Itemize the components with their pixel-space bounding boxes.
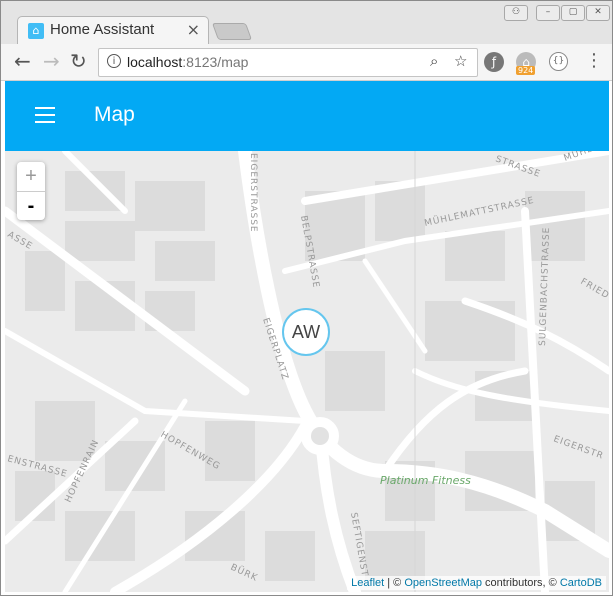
- openstreetmap-link[interactable]: OpenStreetMap: [404, 577, 482, 589]
- url-text[interactable]: localhost:8123/map: [127, 54, 248, 70]
- street-label: EIGERSTRASSE: [248, 153, 258, 233]
- maximize-button[interactable]: ▢: [561, 5, 585, 21]
- url-path: :8123/map: [182, 54, 249, 70]
- new-tab-button[interactable]: [211, 23, 253, 40]
- forward-arrow-icon[interactable]: →: [43, 50, 60, 72]
- user-profile-icon[interactable]: ⚇: [504, 5, 528, 21]
- extension-badge: 924: [516, 66, 536, 75]
- app-header: Map: [5, 81, 609, 151]
- browser-toolbar: ← → ↻ i localhost:8123/map ⌕ ☆ ƒ ⌂ 924 {…: [1, 44, 612, 81]
- close-window-button[interactable]: ✕: [586, 5, 610, 21]
- zoom-out-button[interactable]: -: [17, 191, 45, 221]
- reload-icon[interactable]: ↻: [70, 50, 87, 72]
- tab-close-icon[interactable]: ×: [187, 20, 200, 39]
- map-view[interactable]: EIGERSTRASSE BELPSTRASSE MÜHLEMATTSTRASS…: [5, 151, 609, 592]
- browser-titlebar: ⌂ Home Assistant × ⚇ – ▢ ✕: [1, 1, 612, 45]
- bookmark-star-icon[interactable]: ☆: [454, 52, 467, 70]
- browser-tab[interactable]: ⌂ Home Assistant ×: [17, 16, 209, 45]
- tab-title: Home Assistant: [50, 21, 155, 38]
- browser-menu-icon[interactable]: ⋮: [585, 50, 603, 72]
- hamburger-menu-icon[interactable]: [35, 107, 55, 128]
- url-host: localhost: [127, 54, 183, 70]
- map-attribution: Leaflet | © OpenStreetMap contributors, …: [347, 576, 606, 590]
- attribution-separator: | ©: [384, 577, 405, 589]
- zoom-in-button[interactable]: +: [17, 162, 45, 191]
- zoom-magnifier-icon[interactable]: ⌕: [430, 52, 438, 70]
- extension-code-icon[interactable]: {}: [549, 52, 568, 71]
- home-assistant-favicon-icon: ⌂: [28, 23, 44, 39]
- poi-label: Platinum Fitness: [380, 474, 471, 487]
- back-arrow-icon[interactable]: ←: [14, 50, 31, 72]
- extension-f-icon[interactable]: ƒ: [484, 52, 504, 72]
- device-marker[interactable]: AW: [282, 308, 330, 356]
- attribution-contributors: contributors, ©: [482, 577, 560, 589]
- minimize-button[interactable]: –: [536, 5, 560, 21]
- map-tiles: EIGERSTRASSE BELPSTRASSE MÜHLEMATTSTRASS…: [5, 151, 609, 592]
- address-bar[interactable]: i localhost:8123/map ⌕ ☆: [98, 48, 478, 77]
- site-info-icon[interactable]: i: [107, 54, 121, 68]
- browser-window: ⌂ Home Assistant × ⚇ – ▢ ✕ ← → ↻ i local…: [0, 0, 613, 596]
- cartodb-link[interactable]: CartoDB: [560, 577, 602, 589]
- page-title: Map: [94, 103, 135, 126]
- leaflet-link[interactable]: Leaflet: [351, 577, 384, 589]
- zoom-control: + -: [17, 162, 45, 220]
